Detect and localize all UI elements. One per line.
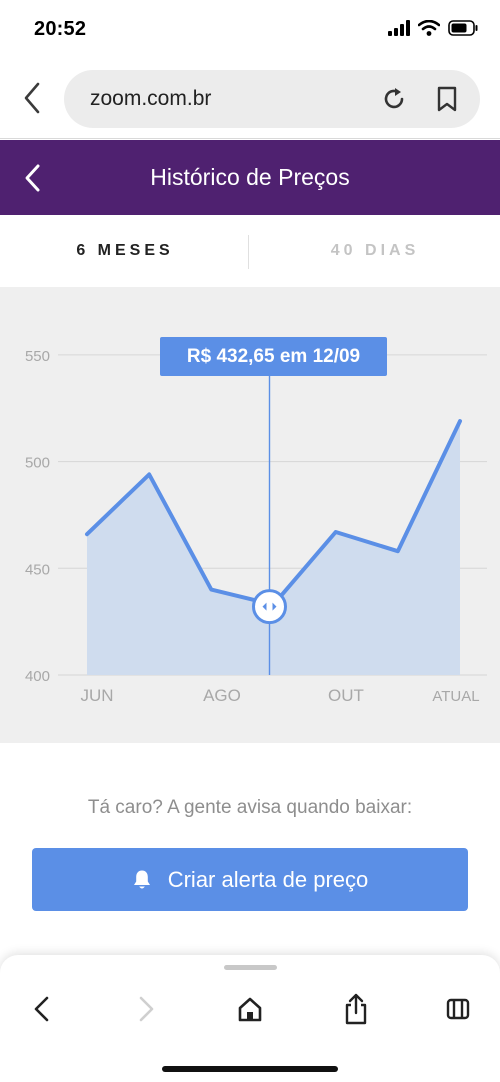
tabs-icon [446, 998, 470, 1020]
period-tabs: 6 MESES 40 DIAS [0, 215, 500, 287]
battery-icon [448, 20, 478, 36]
create-alert-label: Criar alerta de preço [167, 866, 369, 892]
create-alert-button[interactable]: Criar alerta de preço [32, 848, 468, 911]
bookmark-icon[interactable] [434, 85, 460, 113]
back-icon [34, 996, 49, 1022]
toolbar-back-button[interactable] [22, 989, 62, 1029]
status-icons [388, 20, 478, 36]
url-text: zoom.com.br [90, 87, 212, 110]
browser-toolbar [0, 955, 500, 1082]
status-time: 20:52 [34, 18, 87, 40]
tab-6-meses[interactable]: 6 MESES [0, 215, 250, 287]
forward-icon [139, 996, 154, 1022]
x-tick-label: JUN [80, 686, 113, 705]
home-indicator [162, 1066, 338, 1072]
toolbar-tabs-button[interactable] [438, 989, 478, 1029]
browser-bar: zoom.com.br [0, 62, 500, 139]
toolbar-forward-button[interactable] [126, 989, 166, 1029]
sheet-grabber[interactable] [224, 965, 277, 970]
app-header: Histórico de Preços [0, 140, 500, 215]
wifi-icon [418, 20, 440, 36]
x-tick-label: OUT [328, 686, 364, 705]
y-tick-label: 450 [25, 561, 50, 578]
y-tick-label: 400 [25, 668, 50, 685]
y-tick-label: 550 [25, 348, 50, 365]
address-bar[interactable]: zoom.com.br [64, 70, 480, 128]
x-tick-label: AGO [203, 686, 241, 705]
bell-icon [133, 870, 150, 888]
area-fill [87, 421, 460, 675]
toolbar-home-button[interactable] [230, 989, 270, 1029]
tab-divider [248, 235, 249, 269]
home-icon [238, 997, 262, 1022]
x-tick-label: ATUAL [432, 688, 479, 705]
y-tick-label: 500 [25, 455, 50, 472]
status-bar: 20:52 [0, 0, 500, 62]
price-chart[interactable]: 400 450 500 550 JUN AGO OUT ATUAL R$ 432,65 em … [0, 287, 500, 743]
share-icon [345, 993, 367, 1025]
page-title: Histórico de Preços [150, 164, 350, 190]
alert-prompt: Tá caro? A gente avisa quando baixar: [87, 797, 413, 818]
tab-40-dias[interactable]: 40 DIAS [250, 215, 500, 287]
toolbar-share-button[interactable] [336, 989, 376, 1029]
price-tooltip: R$ 432,65 em 12/09 [160, 337, 387, 376]
reload-icon[interactable] [380, 85, 408, 113]
signal-icon [388, 20, 410, 36]
cursor-handle [252, 589, 287, 625]
browser-back-icon[interactable] [18, 80, 48, 116]
